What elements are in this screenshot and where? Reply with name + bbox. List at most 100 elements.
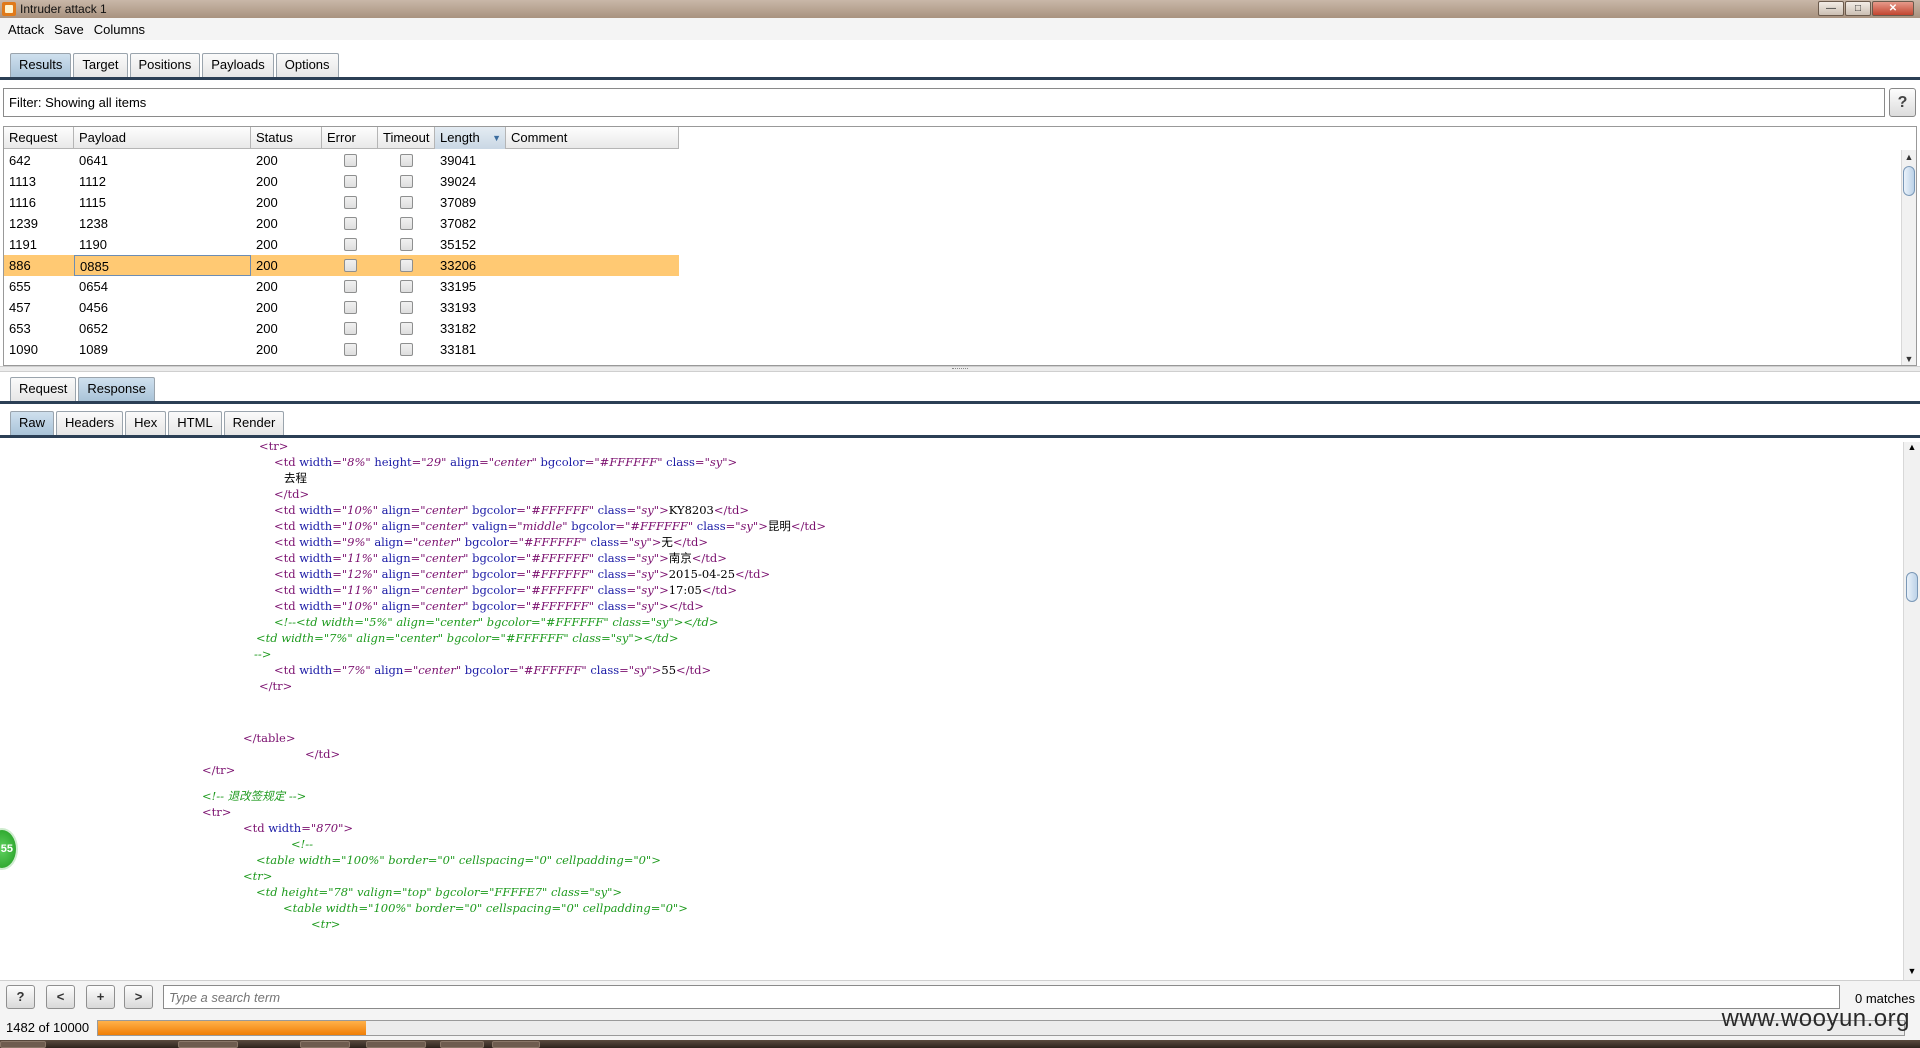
code-token: </td> bbox=[274, 487, 310, 501]
code-line: </td> bbox=[274, 486, 309, 502]
code-token: > bbox=[343, 821, 354, 835]
taskbar-app-4[interactable] bbox=[440, 1041, 484, 1048]
cell-status: 200 bbox=[256, 153, 278, 168]
burp-app-icon bbox=[2, 2, 16, 16]
table-row[interactable]: 886 0885 200 33206 bbox=[4, 255, 679, 276]
cell-length: 39024 bbox=[440, 174, 477, 189]
taskbar-app-1[interactable] bbox=[178, 1041, 238, 1048]
code-token: "#FFFFFF" bbox=[518, 663, 587, 677]
code-line: <table width="100%" border="0" cellspaci… bbox=[256, 852, 661, 868]
code-token: width bbox=[299, 663, 333, 677]
table-row[interactable]: 642 0641 200 39041 bbox=[4, 150, 679, 171]
col-length[interactable]: Length ▼ bbox=[435, 127, 506, 149]
code-scroll-thumb[interactable] bbox=[1906, 572, 1918, 602]
tab-raw[interactable]: Raw bbox=[10, 411, 55, 435]
cell-error bbox=[322, 276, 378, 297]
tab-payloads[interactable]: Payloads bbox=[202, 53, 274, 77]
tab-results[interactable]: Results bbox=[10, 53, 72, 77]
scroll-thumb[interactable] bbox=[1903, 166, 1915, 196]
table-row[interactable]: 1116 1115 200 37089 bbox=[4, 192, 679, 213]
code-token: "10%" bbox=[341, 599, 378, 613]
maximize-button[interactable]: □ bbox=[1845, 1, 1871, 16]
taskbar-app-2[interactable] bbox=[300, 1041, 350, 1048]
search-next-button[interactable]: > bbox=[124, 985, 153, 1009]
response-scrollbar[interactable]: ▲ ▼ bbox=[1903, 442, 1920, 980]
code-token: "sy" bbox=[628, 663, 652, 677]
tab-options[interactable]: Options bbox=[275, 53, 339, 77]
col-comment[interactable]: Comment bbox=[506, 127, 679, 149]
code-token: > bbox=[659, 583, 669, 597]
tab-request[interactable]: Request bbox=[10, 377, 77, 401]
tab-render[interactable]: Render bbox=[223, 411, 285, 435]
tab-target[interactable]: Target bbox=[73, 53, 128, 77]
table-row[interactable]: 1113 1112 200 39024 bbox=[4, 171, 679, 192]
code-token: "#FFFFFF" bbox=[518, 535, 587, 549]
tab-hex[interactable]: Hex bbox=[125, 411, 167, 435]
code-token: <table width="100%" border="0" cellspaci… bbox=[256, 853, 661, 867]
code-token: "#FFFFFF" bbox=[525, 599, 594, 613]
search-help-button[interactable]: ? bbox=[6, 985, 35, 1009]
search-add-button[interactable]: + bbox=[86, 985, 115, 1009]
menu-save[interactable]: Save bbox=[54, 22, 84, 37]
code-line: <td width="8%" height="29" align="center… bbox=[274, 454, 737, 470]
response-raw-view[interactable]: <tr> <td width="8%" height="29" align="ce… bbox=[0, 442, 1903, 980]
taskbar-app-5[interactable] bbox=[492, 1041, 540, 1048]
code-token: > bbox=[727, 455, 738, 469]
sort-descending-icon: ▼ bbox=[492, 133, 501, 143]
cell-status: 200 bbox=[256, 195, 278, 210]
code-token: = bbox=[626, 599, 637, 613]
col-status[interactable]: Status bbox=[251, 127, 322, 149]
table-row[interactable]: 457 0456 200 33193 bbox=[4, 297, 679, 318]
code-token: "#FFFFFF" bbox=[525, 567, 594, 581]
pane-splitter[interactable] bbox=[0, 366, 1920, 372]
cell-error bbox=[322, 213, 378, 234]
cell-status: 200 bbox=[256, 279, 278, 294]
col-request[interactable]: Request bbox=[4, 127, 74, 149]
menu-columns[interactable]: Columns bbox=[94, 22, 145, 37]
code-line: --> bbox=[254, 646, 271, 662]
code-scroll-down-icon[interactable]: ▼ bbox=[1904, 966, 1920, 980]
tab-response[interactable]: Response bbox=[78, 377, 155, 401]
code-token: "sy" bbox=[636, 583, 660, 597]
scroll-up-icon[interactable]: ▲ bbox=[1902, 150, 1916, 164]
minimize-button[interactable]: — bbox=[1818, 1, 1844, 16]
code-token: width bbox=[299, 503, 333, 517]
code-token: "870" bbox=[310, 821, 344, 835]
code-token: = bbox=[332, 583, 342, 597]
code-token: width bbox=[299, 567, 333, 581]
error-checkbox bbox=[343, 238, 357, 251]
table-row[interactable]: 653 0652 200 33182 bbox=[4, 318, 679, 339]
tab-html[interactable]: HTML bbox=[168, 411, 222, 435]
cell-timeout bbox=[378, 297, 435, 318]
col-payload[interactable]: Payload bbox=[74, 127, 251, 149]
code-token: = bbox=[619, 535, 629, 549]
search-input[interactable] bbox=[163, 985, 1840, 1009]
code-token: "center" bbox=[420, 519, 469, 533]
col-error[interactable]: Error bbox=[322, 127, 378, 149]
code-token: "center" bbox=[420, 583, 469, 597]
close-button[interactable]: ✕ bbox=[1872, 1, 1914, 16]
search-prev-button[interactable]: < bbox=[46, 985, 75, 1009]
table-row[interactable]: 655 0654 200 33195 bbox=[4, 276, 679, 297]
menu-attack[interactable]: Attack bbox=[8, 22, 44, 37]
results-scrollbar[interactable]: ▲ ▼ bbox=[1901, 150, 1916, 365]
tab-headers[interactable]: Headers bbox=[56, 411, 124, 435]
code-token: = bbox=[403, 535, 413, 549]
cell-error bbox=[322, 318, 378, 339]
code-token: bgcolor bbox=[461, 535, 509, 549]
filter-help-button[interactable]: ? bbox=[1889, 88, 1916, 117]
splitter-grip-icon[interactable] bbox=[952, 368, 968, 370]
error-checkbox bbox=[343, 175, 357, 188]
table-row[interactable]: 1191 1190 200 35152 bbox=[4, 234, 679, 255]
filter-bar[interactable]: Filter: Showing all items bbox=[3, 88, 1885, 117]
start-button-icon[interactable] bbox=[0, 1041, 46, 1048]
col-timeout[interactable]: Timeout bbox=[378, 127, 435, 149]
code-token: <td bbox=[274, 551, 300, 565]
code-token: bgcolor bbox=[468, 599, 517, 613]
taskbar-app-3[interactable] bbox=[366, 1041, 426, 1048]
code-scroll-up-icon[interactable]: ▲ bbox=[1904, 442, 1920, 456]
tab-positions[interactable]: Positions bbox=[129, 53, 201, 77]
scroll-down-icon[interactable]: ▼ bbox=[1902, 352, 1916, 365]
table-row[interactable]: 1239 1238 200 37082 bbox=[4, 213, 679, 234]
table-row[interactable]: 1090 1089 200 33181 bbox=[4, 339, 679, 360]
